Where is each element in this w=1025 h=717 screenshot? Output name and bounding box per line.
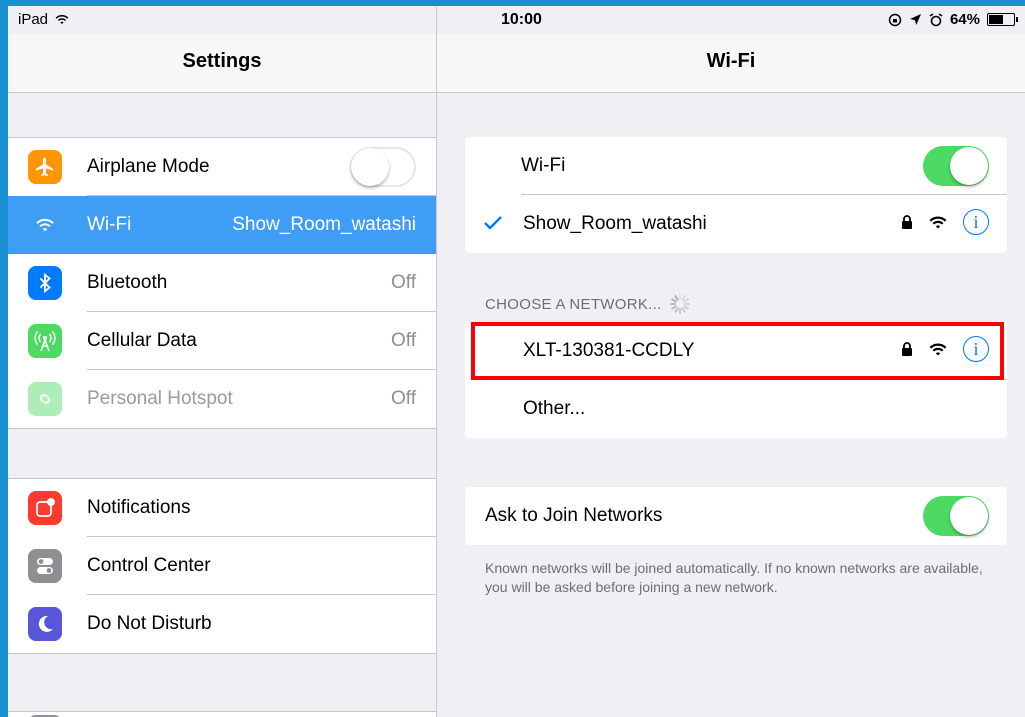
sidebar-item-value: Off	[391, 272, 416, 293]
connected-network-name: Show_Room_watashi	[523, 213, 707, 234]
sidebar-item-value: Off	[391, 330, 416, 351]
ask-to-join-footer: Known networks will be joined automatica…	[485, 560, 983, 595]
loading-spinner-icon	[669, 294, 690, 314]
control-center-icon	[28, 549, 62, 583]
choose-network-header: CHOOSE A NETWORK...	[485, 294, 690, 314]
sidebar-item-notifications[interactable]: Notifications	[8, 479, 436, 537]
sidebar-item-partial[interactable]	[8, 712, 436, 717]
sidebar-item-label: Airplane Mode	[87, 156, 210, 177]
sidebar-item-label: Wi-Fi	[87, 214, 132, 235]
sidebar-item-label: Cellular Data	[87, 330, 197, 351]
ipad-screen: Settings Airplane Mode Wi-Fi Show_Room_w…	[8, 6, 1025, 717]
orientation-lock-icon	[888, 13, 902, 26]
settings-title: Settings	[182, 50, 262, 72]
wifi-signal-icon	[55, 14, 69, 25]
ask-to-join-toggle[interactable]	[923, 496, 989, 536]
location-icon	[909, 14, 921, 25]
wifi-icon	[28, 208, 62, 242]
wifi-header: Wi-Fi	[437, 34, 1025, 93]
sidebar-item-label: Personal Hotspot	[87, 388, 233, 409]
airplane-icon	[28, 150, 62, 184]
notifications-icon	[28, 491, 62, 525]
wifi-strength-icon	[929, 216, 947, 228]
wifi-toggle-label: Wi-Fi	[521, 155, 566, 176]
battery-percent: 64%	[949, 11, 980, 28]
moon-icon	[28, 607, 62, 641]
sidebar-item-value: Show_Room_watashi	[232, 214, 416, 235]
bluetooth-icon	[28, 266, 62, 300]
ask-to-join-row: Ask to Join Networks	[465, 487, 1007, 545]
wifi-group-main: Wi-Fi Show_Room_watashi i	[465, 137, 1007, 253]
connected-network-row[interactable]: Show_Room_watashi i	[465, 195, 1007, 253]
sidebar-item-control-center[interactable]: Control Center	[8, 537, 436, 595]
wifi-toggle[interactable]	[923, 146, 989, 186]
hotspot-icon	[28, 382, 62, 416]
other-network-label: Other...	[523, 398, 586, 419]
other-network-row[interactable]: Other...	[465, 380, 1007, 438]
wifi-group-ask-join: Ask to Join Networks	[465, 487, 1007, 545]
sidebar-item-airplane-mode[interactable]: Airplane Mode	[8, 138, 436, 196]
wifi-toggle-row: Wi-Fi	[465, 137, 1007, 195]
network-icons: i	[901, 209, 989, 235]
wifi-title: Wi-Fi	[706, 50, 756, 72]
battery-icon	[987, 13, 1018, 26]
highlight-annotation	[471, 322, 1004, 380]
cellular-icon	[28, 324, 62, 358]
sidebar-item-personal-hotspot[interactable]: Personal Hotspot Off	[8, 370, 436, 428]
pane-divider	[436, 6, 437, 717]
settings-group-partial	[8, 711, 436, 717]
ask-to-join-label: Ask to Join Networks	[485, 505, 663, 526]
airplane-mode-toggle[interactable]	[350, 147, 416, 187]
sidebar-item-label: Control Center	[87, 555, 211, 576]
info-icon[interactable]: i	[963, 209, 989, 235]
sidebar-item-do-not-disturb[interactable]: Do Not Disturb	[8, 595, 436, 653]
lock-icon	[902, 215, 912, 229]
sidebar-item-value: Off	[391, 388, 416, 409]
alarm-icon	[929, 12, 943, 26]
sidebar-item-label: Notifications	[87, 497, 191, 518]
status-right: 64%	[888, 11, 1018, 28]
sidebar-item-bluetooth[interactable]: Bluetooth Off	[8, 254, 436, 312]
carrier-label: iPad	[18, 11, 70, 28]
sidebar-item-wifi[interactable]: Wi-Fi Show_Room_watashi	[8, 196, 436, 254]
checkmark-icon	[483, 211, 503, 237]
settings-group-connectivity: Airplane Mode Wi-Fi Show_Room_watashi Bl…	[8, 137, 436, 429]
status-bar: iPad 10:00 64%	[8, 6, 1025, 34]
status-time: 10:00	[501, 11, 542, 28]
sidebar-item-label: Do Not Disturb	[87, 613, 212, 634]
sidebar-item-cellular-data[interactable]: Cellular Data Off	[8, 312, 436, 370]
settings-group-system: Notifications Control Center Do Not Dist…	[8, 478, 436, 654]
settings-header: Settings	[8, 34, 436, 93]
sidebar-item-label: Bluetooth	[87, 272, 168, 293]
